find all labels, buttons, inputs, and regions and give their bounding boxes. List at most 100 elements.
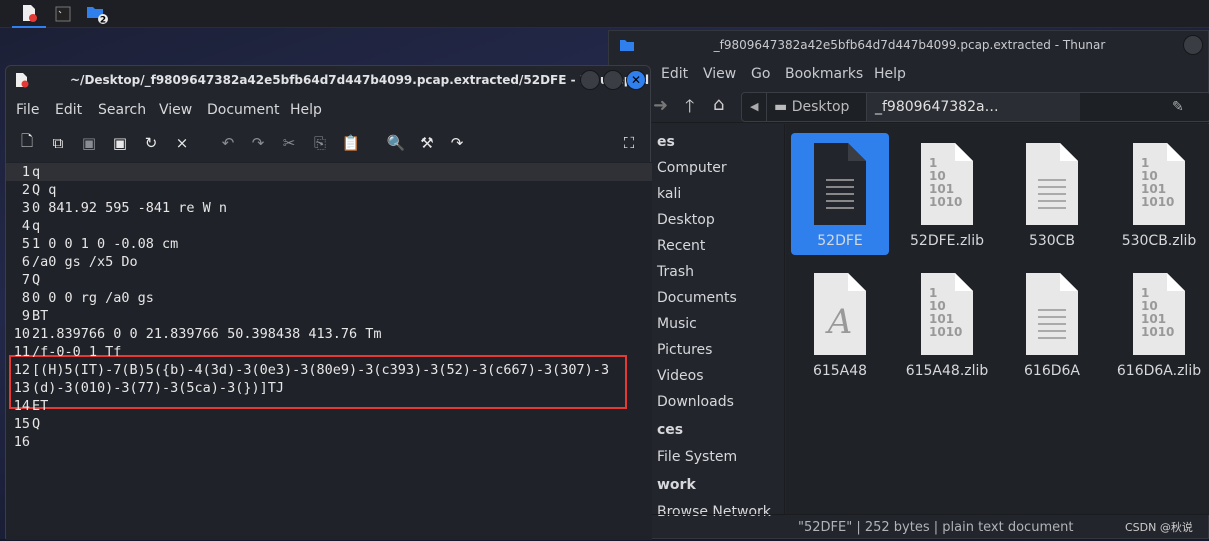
line-text: 1 0 0 1 0 -0.08 cm: [32, 236, 179, 252]
line-number: 4: [21, 218, 30, 234]
file-item[interactable]: 1 10 101 1010 52DFE.zlib: [898, 133, 996, 255]
editor-line: 14 ET: [6, 397, 652, 415]
up-button[interactable]: 🡑: [685, 94, 694, 124]
menu-edit[interactable]: Edit: [661, 59, 688, 89]
sidebar-item[interactable]: Desktop: [657, 212, 715, 228]
edit-path-icon[interactable]: ✎: [1172, 93, 1184, 121]
file-item[interactable]: 530CB: [1003, 133, 1101, 255]
maximize-button[interactable]: [603, 70, 623, 90]
editor-line: 30 841.92 595 -841 re W n: [6, 199, 652, 217]
paste-icon[interactable]: 📋: [341, 133, 361, 153]
watermark: CSDN @秋说: [1125, 521, 1193, 534]
home-button[interactable]: ⌂: [713, 94, 724, 115]
file-name: 530CB: [1028, 233, 1076, 249]
close-document-icon[interactable]: ×: [172, 133, 192, 153]
cut-icon[interactable]: ✂: [279, 133, 299, 153]
svg-text:1: 1: [929, 156, 937, 170]
svg-text:101: 101: [929, 312, 954, 326]
svg-text:10: 10: [929, 299, 946, 313]
line-text: (d)-3(010)-3(77)-3(5ca)-3(})]TJ: [32, 380, 284, 396]
path-segment-current[interactable]: _f9809647382a… .pcap.extracted: [866, 93, 1080, 143]
menu-document[interactable]: Document: [207, 96, 280, 124]
copy-icon[interactable]: ⎘: [310, 133, 330, 153]
sidebar-item[interactable]: Documents: [657, 290, 737, 306]
file-item[interactable]: A 615A48: [791, 263, 889, 385]
line-number: 2: [21, 182, 30, 198]
menu-edit[interactable]: Edit: [55, 96, 82, 124]
taskbar-mousepad-button[interactable]: [12, 0, 46, 28]
path-scroll-left-icon[interactable]: ◀: [750, 93, 758, 121]
sidebar-item[interactable]: Computer: [657, 160, 727, 176]
menu-help[interactable]: Help: [290, 96, 322, 124]
mousepad-window: ~/Desktop/_f9809647382a42e5bfb64d7d447b4…: [5, 65, 652, 540]
taskbar-terminal-button[interactable]: [46, 0, 80, 28]
save-icon[interactable]: ▣: [79, 133, 99, 153]
binary-file-icon: 1101011010: [921, 273, 973, 355]
editor-line: 12 [(H)5(IT)-7(B)5({b)-4(3d)-3(0e3)-3(80e…: [6, 361, 652, 379]
menu-help[interactable]: Help: [874, 59, 906, 89]
sidebar-item[interactable]: Pictures: [657, 342, 712, 358]
fullscreen-icon[interactable]: ⛶: [619, 133, 639, 153]
new-document-icon[interactable]: 🗋: [17, 132, 37, 153]
editor-line: 7Q: [6, 271, 652, 289]
thunar-toolbar: ➜ 🡑 ⌂ ◀ ▬ Desktop _f9809647382a… .pcap.e…: [609, 89, 1209, 143]
undo-icon[interactable]: ↶: [218, 133, 238, 153]
redo-icon[interactable]: ↷: [248, 133, 268, 153]
file-item[interactable]: 616D6A: [1003, 263, 1101, 385]
text-editor[interactable]: 1q2Q q30 841.92 595 -841 re W n4q51 0 0 …: [6, 162, 652, 540]
reload-icon[interactable]: ↻: [141, 133, 161, 153]
file-item[interactable]: 1 10 101 1010 616D6A.zlib: [1110, 263, 1208, 385]
sidebar-item[interactable]: Music: [657, 316, 697, 332]
file-name: 615A48: [812, 363, 868, 379]
menu-go[interactable]: Go: [751, 59, 770, 89]
file-item[interactable]: 1 10 101 1010 615A48.zlib: [898, 263, 996, 385]
menu-file[interactable]: File: [16, 96, 39, 124]
menu-bookmarks[interactable]: Bookmarks: [785, 59, 863, 89]
line-number: 9: [21, 308, 30, 324]
path-bar: ◀ ▬ Desktop _f9809647382a… .pcap.extract…: [741, 92, 1209, 143]
svg-text:A: A: [825, 302, 853, 342]
svg-text:1: 1: [929, 286, 937, 300]
find-replace-icon[interactable]: ⚒: [417, 133, 437, 153]
taskbar: 2: [0, 0, 1209, 28]
line-number: 7: [21, 272, 30, 288]
file-item[interactable]: 52DFE: [791, 133, 889, 255]
line-text: Q: [32, 416, 41, 432]
forward-button[interactable]: ➜: [653, 95, 668, 116]
open-file-icon[interactable]: ⧉: [48, 133, 68, 153]
text-file-icon: [1026, 143, 1078, 225]
save-as-icon[interactable]: ▣: [110, 133, 130, 153]
line-text: /f-0-0 1 Tf: [32, 344, 122, 360]
binary-file-icon: 1101011010: [1133, 143, 1185, 225]
menu-bar: Edit View Go Bookmarks Help: [609, 59, 1209, 89]
line-text: 21.839766 0 0 21.839766 50.398438 413.76…: [32, 326, 382, 342]
minimize-button[interactable]: [580, 70, 600, 90]
line-text: 0 0 0 rg /a0 gs: [32, 290, 154, 306]
sidebar-item[interactable]: Trash: [657, 264, 694, 280]
font-file-icon: A: [814, 273, 866, 355]
sidebar-item[interactable]: kali: [657, 186, 681, 202]
path-segment-desktop[interactable]: ▬ Desktop: [774, 93, 849, 121]
thunar-titlebar[interactable]: _f9809647382a42e5bfb64d7d447b4099.pcap.e…: [609, 31, 1209, 59]
go-to-line-icon[interactable]: ↷: [447, 133, 467, 153]
search-icon[interactable]: 🔍: [386, 133, 406, 153]
menu-view[interactable]: View: [703, 59, 736, 89]
menu-search[interactable]: Search: [98, 96, 146, 124]
sidebar-item[interactable]: File System: [657, 449, 737, 465]
svg-text:10: 10: [1141, 169, 1158, 183]
line-number: 12: [13, 362, 30, 378]
file-item[interactable]: 1 10 101 1010 530CB.zlib: [1110, 133, 1208, 255]
folder-icon: [620, 40, 634, 51]
menu-view[interactable]: View: [159, 96, 192, 124]
close-button[interactable]: ✕: [626, 70, 646, 90]
sidebar-item[interactable]: Recent: [657, 238, 705, 254]
svg-text:1010: 1010: [1141, 195, 1174, 209]
file-name: 616D6A: [1024, 363, 1080, 379]
text-file-icon: [814, 143, 866, 225]
folder-icon: 2: [87, 7, 108, 24]
mousepad-titlebar[interactable]: ~/Desktop/_f9809647382a42e5bfb64d7d447b4…: [6, 66, 652, 94]
sidebar-item[interactable]: Downloads: [657, 394, 734, 410]
taskbar-thunar-button[interactable]: 2: [80, 0, 114, 28]
minimize-button[interactable]: [1183, 35, 1203, 55]
sidebar-item[interactable]: Videos: [657, 368, 704, 384]
